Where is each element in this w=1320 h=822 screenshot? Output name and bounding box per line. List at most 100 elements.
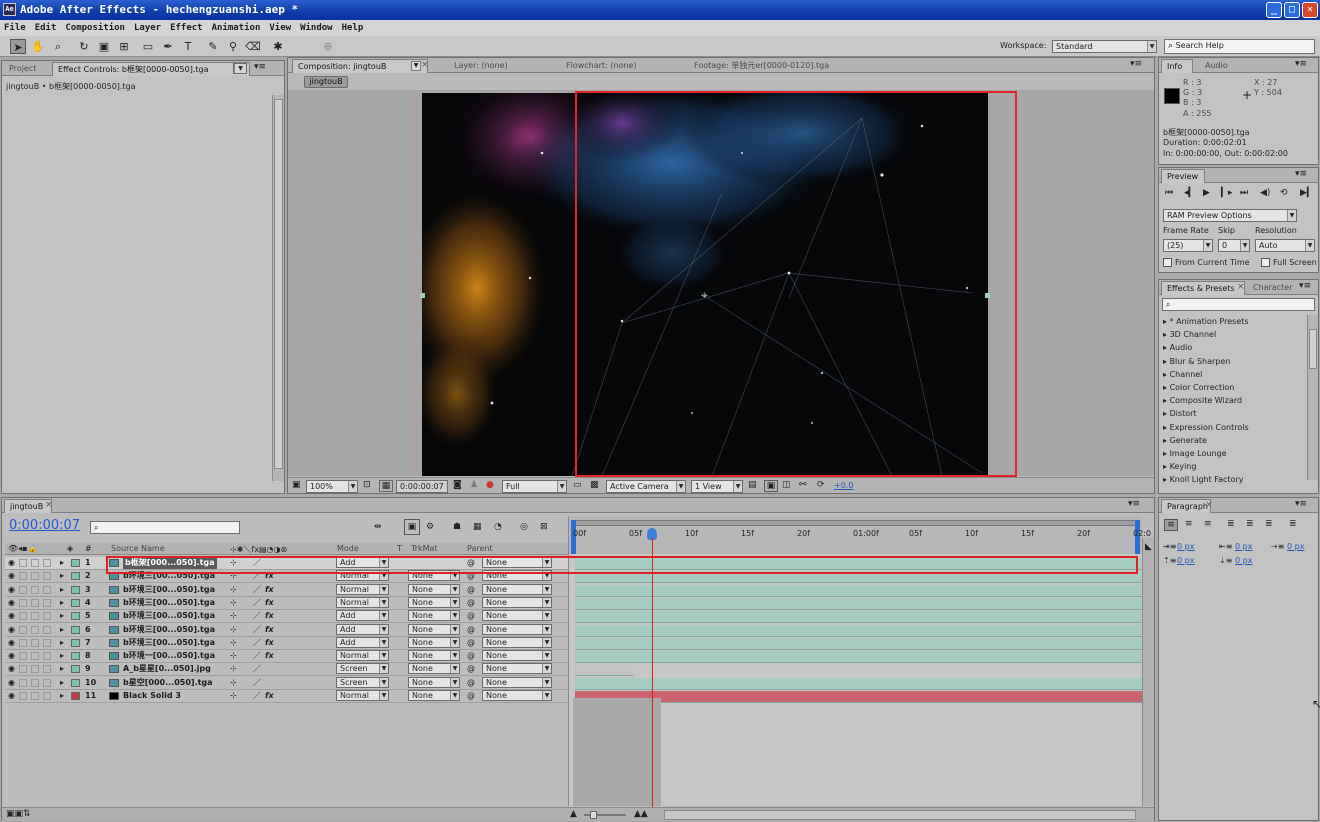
shy-switch-icon[interactable]: ⊹ — [230, 650, 237, 662]
shy-switch-icon[interactable]: ⊹ — [230, 584, 237, 596]
fx-switch-icon[interactable]: fx — [265, 690, 274, 702]
layer-mode-select[interactable]: Normal ▼ — [336, 650, 389, 662]
justify-all-icon[interactable]: ≣ — [1289, 519, 1297, 530]
label-color-swatch[interactable] — [71, 652, 80, 661]
shy-switch-icon[interactable]: ⊹ — [230, 570, 237, 582]
panel-menu-icon[interactable]: ▾≡ — [1130, 59, 1142, 70]
expand-triangle-icon[interactable]: ▸ — [60, 637, 64, 649]
last-frame-icon[interactable]: ⏭ — [1240, 188, 1248, 199]
menu-item-view[interactable]: View — [269, 23, 291, 33]
layer-row[interactable]: ◉ ▸ 4 b环境三[00...050].tga ⊹ ／ fx Normal ▼ None ▼ @ No… — [5, 596, 568, 610]
layer-duration-bar[interactable] — [575, 637, 1142, 650]
eraser-tool-icon[interactable]: ⌫ — [245, 39, 261, 54]
quality-switch-icon[interactable]: ／ — [253, 584, 261, 596]
menu-item-layer[interactable]: Layer — [134, 23, 161, 33]
audio-toggle[interactable] — [19, 598, 27, 607]
scrollbar-thumb[interactable] — [1309, 329, 1317, 369]
resolution-preview-select[interactable]: Auto ▼ — [1255, 239, 1315, 252]
layer-row[interactable]: ◉ ▸ 5 b环境三[00...050].tga ⊹ ／ fx Add ▼ None ▼ @ None ▼ — [5, 610, 568, 624]
pan-behind-tool-icon[interactable]: ⊞ — [116, 39, 132, 54]
label-color-swatch[interactable] — [71, 572, 80, 581]
skip-select[interactable]: 0 ▼ — [1218, 239, 1250, 252]
layer-trkmat-select[interactable]: None ▼ — [408, 690, 460, 701]
timeline-vertical-scrollbar[interactable]: ◣ — [1142, 538, 1154, 806]
expand-triangle-icon[interactable]: ▸ — [60, 663, 64, 675]
layer-parent-select[interactable]: None ▼ — [482, 676, 552, 688]
effect-controls-dropdown[interactable]: ▼ — [233, 63, 247, 74]
layer-source-name[interactable]: b环境三[00...050].tga — [123, 584, 215, 596]
brainstorm-icon[interactable]: ◎ — [520, 522, 528, 533]
layer-row[interactable]: ◉ ▸ 10 b星空[000...050].tga ⊹ ／ Screen ▼ None ▼ @ Non… — [5, 676, 568, 690]
lock-toggle[interactable] — [43, 572, 51, 581]
draft-3d-icon[interactable]: ⚙ — [426, 522, 434, 533]
anchor-point-icon[interactable]: ⌖ — [701, 289, 708, 301]
expand-triangle-icon[interactable]: ▸ — [60, 557, 64, 569]
lock-toggle[interactable] — [43, 665, 51, 674]
solo-toggle[interactable] — [31, 572, 39, 581]
snapshot-icon[interactable]: ◙ — [453, 480, 462, 491]
mask-toggle-icon[interactable]: ▦ — [379, 480, 393, 492]
timeline-search-input[interactable]: ⌕ — [90, 521, 240, 534]
eye-icon[interactable]: ◉ — [8, 570, 15, 582]
text-tool-icon[interactable]: T — [180, 39, 196, 54]
layer-trkmat-select[interactable]: None ▼ — [408, 623, 460, 635]
layer-parent-select[interactable]: None ▼ — [482, 663, 552, 675]
layer-mode-select[interactable]: Add ▼ — [336, 636, 389, 648]
expand-triangle-icon[interactable]: ▸ — [60, 650, 64, 662]
label-color-swatch[interactable] — [71, 612, 80, 621]
effects-category-item[interactable]: ▸ Composite Wizard — [1163, 396, 1242, 405]
effects-category-item[interactable]: ▸ Knoll Light Factory — [1163, 475, 1244, 484]
maximize-button[interactable]: □ — [1284, 2, 1300, 18]
eye-icon[interactable]: ◉ — [8, 663, 15, 675]
panel-menu-icon[interactable]: ▾≡ — [1295, 499, 1307, 510]
audio-toggle[interactable] — [19, 692, 27, 700]
layer-trkmat-select[interactable]: None ▼ — [408, 663, 460, 675]
camera-select[interactable]: Active Camera ▼ — [606, 480, 686, 493]
audio-toggle[interactable] — [19, 559, 27, 567]
play-icon[interactable]: ▶ — [1203, 188, 1210, 199]
effects-category-item[interactable]: ▸ Keying — [1163, 462, 1196, 471]
lock-toggle[interactable] — [43, 585, 51, 594]
layer-mode-select[interactable]: Normal ▼ — [336, 690, 389, 701]
first-line-indent-value[interactable]: 0 px — [1287, 542, 1304, 551]
first-frame-icon[interactable]: ⏮ — [1165, 188, 1173, 199]
effects-category-item[interactable]: ▸ Blur & Sharpen — [1163, 357, 1230, 366]
layer-mode-select[interactable]: Add ▼ — [336, 557, 389, 568]
align-right-icon[interactable]: ≡ — [1204, 519, 1212, 530]
quality-switch-icon[interactable]: ／ — [253, 624, 261, 636]
solo-toggle[interactable] — [31, 652, 39, 661]
layer-trkmat-select[interactable]: None ▼ — [408, 610, 460, 622]
layer-duration-bar[interactable] — [575, 584, 1142, 597]
brush-tool-icon[interactable]: ✎ — [205, 39, 221, 54]
label-color-swatch[interactable] — [71, 625, 80, 634]
eye-icon[interactable]: ◉ — [8, 584, 15, 596]
audio-icon[interactable]: ◀) — [1260, 188, 1270, 199]
label-color-swatch[interactable] — [71, 585, 80, 594]
exposure-value[interactable]: +0.0 — [834, 481, 853, 490]
quality-switch-icon[interactable]: ／ — [253, 677, 261, 689]
quality-switch-icon[interactable]: ／ — [253, 650, 261, 662]
rotate-tool-icon[interactable]: ↻ — [76, 39, 92, 54]
close-button[interactable]: ✕ — [1302, 2, 1318, 18]
live-update-icon[interactable]: ▣ — [404, 519, 420, 535]
work-area-bar[interactable] — [571, 520, 1139, 526]
eye-icon[interactable]: ◉ — [8, 637, 15, 649]
pick-whip-icon[interactable]: @ — [467, 663, 475, 675]
show-snapshot-icon[interactable]: ♟ — [470, 480, 478, 491]
expand-triangle-icon[interactable]: ▸ — [60, 584, 64, 596]
shy-switch-icon[interactable]: ⊹ — [230, 624, 237, 636]
fx-switch-icon[interactable]: fx — [265, 570, 274, 582]
expand-triangle-icon[interactable]: ▸ — [60, 690, 64, 702]
views-select[interactable]: 1 View ▼ — [691, 480, 743, 493]
layer-source-name[interactable]: Black Solid 3 — [123, 690, 181, 702]
pick-whip-icon[interactable]: @ — [467, 637, 475, 649]
clone-stamp-tool-icon[interactable]: ⚲ — [225, 39, 241, 54]
frame-blending-icon[interactable]: ▦ — [473, 522, 482, 533]
comp-marker-bin-icon[interactable]: ◣ — [1143, 542, 1154, 553]
layer-duration-bar[interactable] — [575, 664, 633, 677]
viewer-canvas-area[interactable]: ⌖ — [288, 90, 1154, 477]
layer-source-name[interactable]: b环境三[00...050].tga — [123, 597, 215, 609]
layer-row[interactable]: ◉ ▸ 8 b环境一[00...050].tga ⊹ ／ fx Normal ▼ None ▼ @ No… — [5, 650, 568, 664]
panel-menu-icon[interactable]: ▾≡ — [1299, 281, 1311, 292]
audio-toggle[interactable] — [19, 678, 27, 687]
